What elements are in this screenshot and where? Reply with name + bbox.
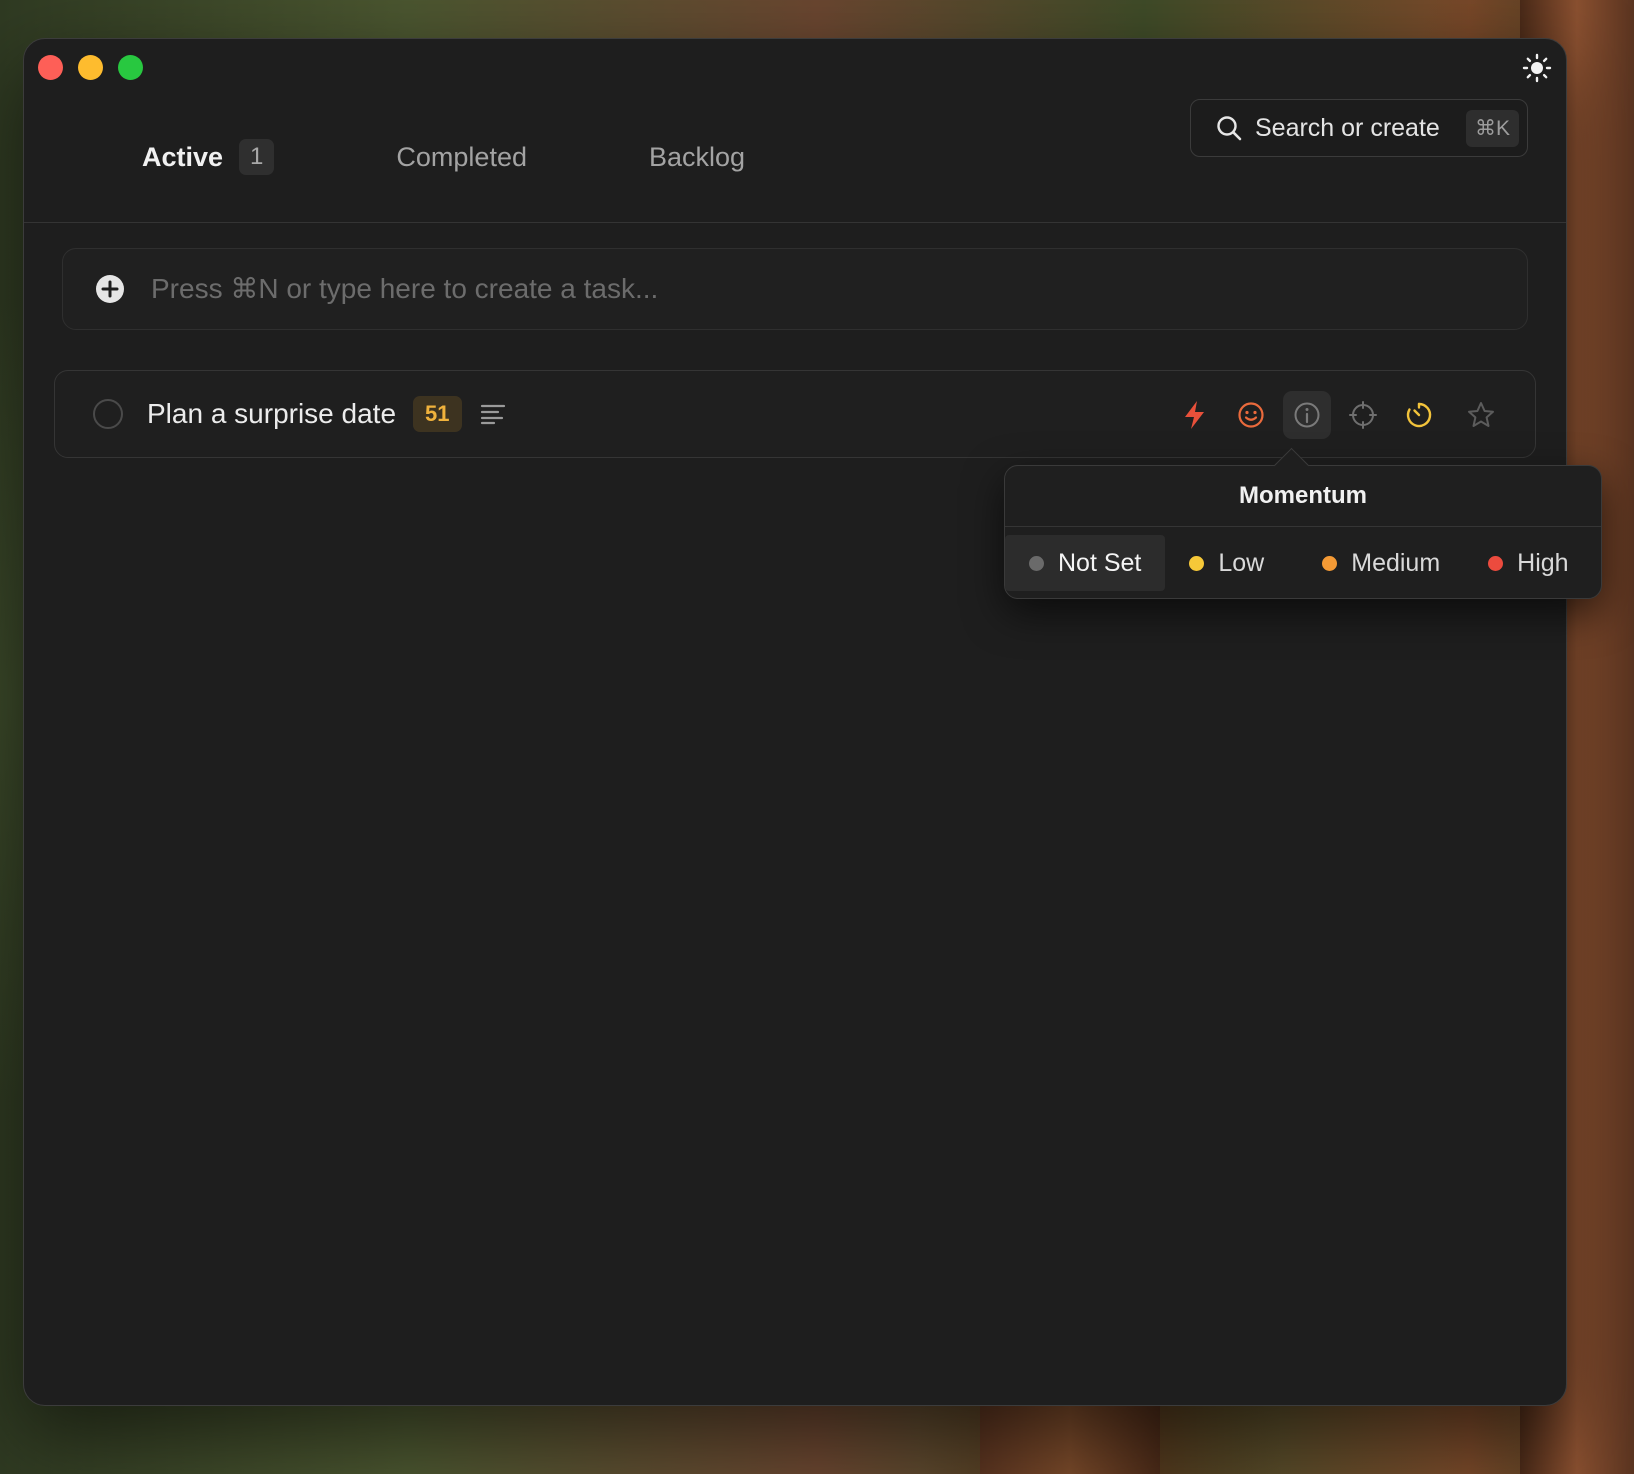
bolt-icon — [1185, 401, 1204, 429]
tab-label: Backlog — [648, 141, 746, 172]
timer-button[interactable] — [1395, 391, 1443, 439]
momentum-option-high[interactable]: High — [1464, 535, 1592, 591]
focus-button[interactable] — [1339, 391, 1387, 439]
tab-backlog[interactable]: Backlog — [649, 142, 745, 173]
orange-dot-icon — [1322, 555, 1338, 571]
gray-dot-icon — [1029, 555, 1044, 571]
momentum-option-not-set[interactable]: Not Set — [1005, 535, 1166, 591]
star-icon — [1468, 402, 1494, 427]
popover-title: Momentum — [1005, 466, 1601, 527]
search-or-create-button[interactable]: Search or create ⌘K — [1190, 99, 1528, 157]
crosshair-icon — [1349, 401, 1377, 429]
minimize-window-button[interactable] — [78, 55, 103, 80]
red-dot-icon — [1488, 555, 1504, 571]
yellow-dot-icon — [1189, 555, 1205, 571]
mood-button[interactable] — [1227, 391, 1275, 439]
search-icon — [1217, 116, 1242, 141]
timer-icon — [1406, 402, 1432, 428]
view-tabs: Active 1 Completed Backlog — [142, 139, 867, 175]
tab-count-badge: 1 — [239, 139, 275, 175]
momentum-options: Not Set Low Medium High — [1005, 527, 1601, 599]
favorite-button[interactable] — [1457, 391, 1505, 439]
search-label: Search or create — [1255, 113, 1440, 142]
smiley-icon — [1238, 402, 1264, 428]
tab-completed[interactable]: Completed — [396, 142, 527, 173]
option-label: Low — [1218, 548, 1265, 577]
energy-button[interactable] — [1171, 391, 1219, 439]
task-score-badge: 51 — [413, 396, 462, 432]
task-row[interactable]: Plan a surprise date 51 — [54, 370, 1536, 458]
option-label: High — [1517, 548, 1569, 577]
task-action-icons — [1163, 371, 1505, 459]
create-task-bar[interactable] — [62, 248, 1528, 330]
window-controls — [38, 55, 143, 80]
tab-label: Completed — [396, 141, 527, 172]
create-task-input[interactable] — [149, 272, 1453, 306]
momentum-gauge-icon — [1294, 402, 1320, 428]
sun-icon[interactable] — [1522, 53, 1552, 83]
plus-circle-icon[interactable] — [95, 274, 125, 304]
close-window-button[interactable] — [38, 55, 63, 80]
task-title[interactable]: Plan a surprise date — [147, 398, 396, 430]
header-divider — [24, 222, 1566, 223]
tab-label: Active — [142, 141, 224, 172]
momentum-option-low[interactable]: Low — [1165, 535, 1288, 591]
search-shortcut: ⌘K — [1465, 109, 1519, 147]
momentum-option-medium[interactable]: Medium — [1298, 535, 1464, 591]
tab-active[interactable]: Active 1 — [142, 139, 275, 175]
momentum-popover: Momentum Not Set Low Medium High — [1004, 447, 1602, 599]
task-complete-checkbox[interactable] — [93, 399, 123, 429]
option-label: Not Set — [1058, 548, 1142, 577]
maximize-window-button[interactable] — [118, 55, 143, 80]
momentum-button[interactable] — [1283, 391, 1331, 439]
background-tree-trunk — [980, 1404, 1160, 1474]
app-window: Active 1 Completed Backlog Search or cre… — [23, 38, 1602, 1406]
notes-lines-icon[interactable] — [480, 403, 506, 425]
option-label: Medium — [1351, 548, 1441, 577]
